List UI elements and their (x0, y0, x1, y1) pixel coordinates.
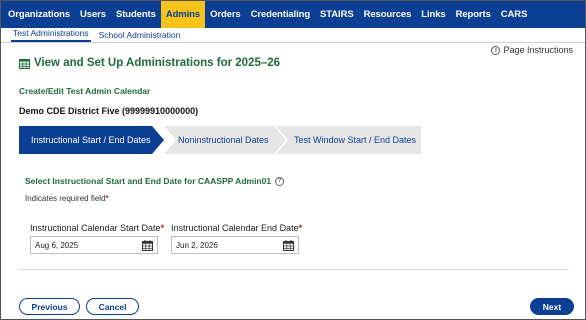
progress-stepper: Instructional Start / End Dates Noninstr… (19, 126, 421, 154)
start-date-label-text: Instructional Calendar Start Date (30, 223, 161, 233)
previous-button[interactable]: Previous (19, 298, 80, 315)
district-name: Demo CDE District Five (99999910000000) (19, 106, 199, 116)
page-instructions-label: Page Instructions (503, 45, 573, 55)
step-test-window-dates: Test Window Start / End Dates (294, 135, 417, 145)
page-title-text: View and Set Up Administrations for 2025… (34, 57, 281, 69)
select-dates-heading-text: Select Instructional Start and End Date … (25, 176, 272, 186)
start-date-value: Aug 6, 2025 (35, 240, 79, 250)
nav-orders[interactable]: Orders (205, 1, 246, 28)
end-date-label: Instructional Calendar End Date* (171, 223, 302, 233)
nav-users[interactable]: Users (75, 1, 111, 28)
top-navigation: Organizations Users Students Admins Orde… (1, 1, 585, 28)
required-field-note: Indicates required field* (25, 194, 109, 203)
select-dates-heading: Select Instructional Start and End Date … (25, 176, 285, 186)
page-title: View and Set Up Administrations for 2025… (19, 57, 280, 69)
nav-reports[interactable]: Reports (451, 1, 496, 28)
nav-credentialing[interactable]: Credentialing (246, 1, 315, 28)
required-star: * (160, 223, 165, 233)
nav-cars[interactable]: CARS (496, 1, 533, 28)
required-star: * (105, 194, 109, 203)
section-title: Create/Edit Test Admin Calendar (19, 86, 151, 96)
end-date-group: Instructional Calendar End Date* Jun 2, … (171, 223, 302, 254)
help-icon[interactable]: ? (275, 176, 285, 186)
step-noninstructional-dates: Noninstructional Dates (178, 135, 269, 145)
required-note-text: Indicates required field (25, 194, 106, 203)
step-instructional-dates: Instructional Start / End Dates (31, 135, 151, 145)
end-date-label-text: Instructional Calendar End Date (171, 223, 299, 233)
nav-organizations[interactable]: Organizations (3, 1, 75, 28)
info-icon: i (491, 45, 501, 55)
cancel-button[interactable]: Cancel (86, 298, 139, 315)
next-button[interactable]: Next (530, 298, 574, 315)
nav-resources[interactable]: Resources (359, 1, 417, 28)
start-date-group: Instructional Calendar Start Date* Aug 6… (30, 223, 164, 254)
nav-stairs[interactable]: STAIRS (315, 1, 359, 28)
required-star: * (298, 223, 303, 233)
subnav-test-administrations[interactable]: Test Administrations (11, 28, 91, 42)
app-frame: Organizations Users Students Admins Orde… (0, 0, 586, 320)
start-date-label: Instructional Calendar Start Date* (30, 223, 164, 233)
page-instructions-link[interactable]: i Page Instructions (491, 45, 573, 55)
calendar-icon[interactable] (142, 239, 153, 251)
end-date-input[interactable]: Jun 2, 2026 (171, 236, 299, 254)
end-date-value: Jun 2, 2026 (176, 240, 218, 250)
nav-students[interactable]: Students (111, 1, 161, 28)
form-divider (19, 269, 569, 270)
calendar-grid-icon (19, 58, 30, 69)
nav-links[interactable]: Links (416, 1, 450, 28)
subnav-school-administration[interactable]: School Administration (97, 30, 183, 42)
sub-navigation: Test Administrations School Administrati… (1, 28, 585, 43)
calendar-icon[interactable] (283, 239, 294, 251)
nav-admins[interactable]: Admins (160, 1, 206, 28)
start-date-input[interactable]: Aug 6, 2025 (30, 236, 158, 254)
